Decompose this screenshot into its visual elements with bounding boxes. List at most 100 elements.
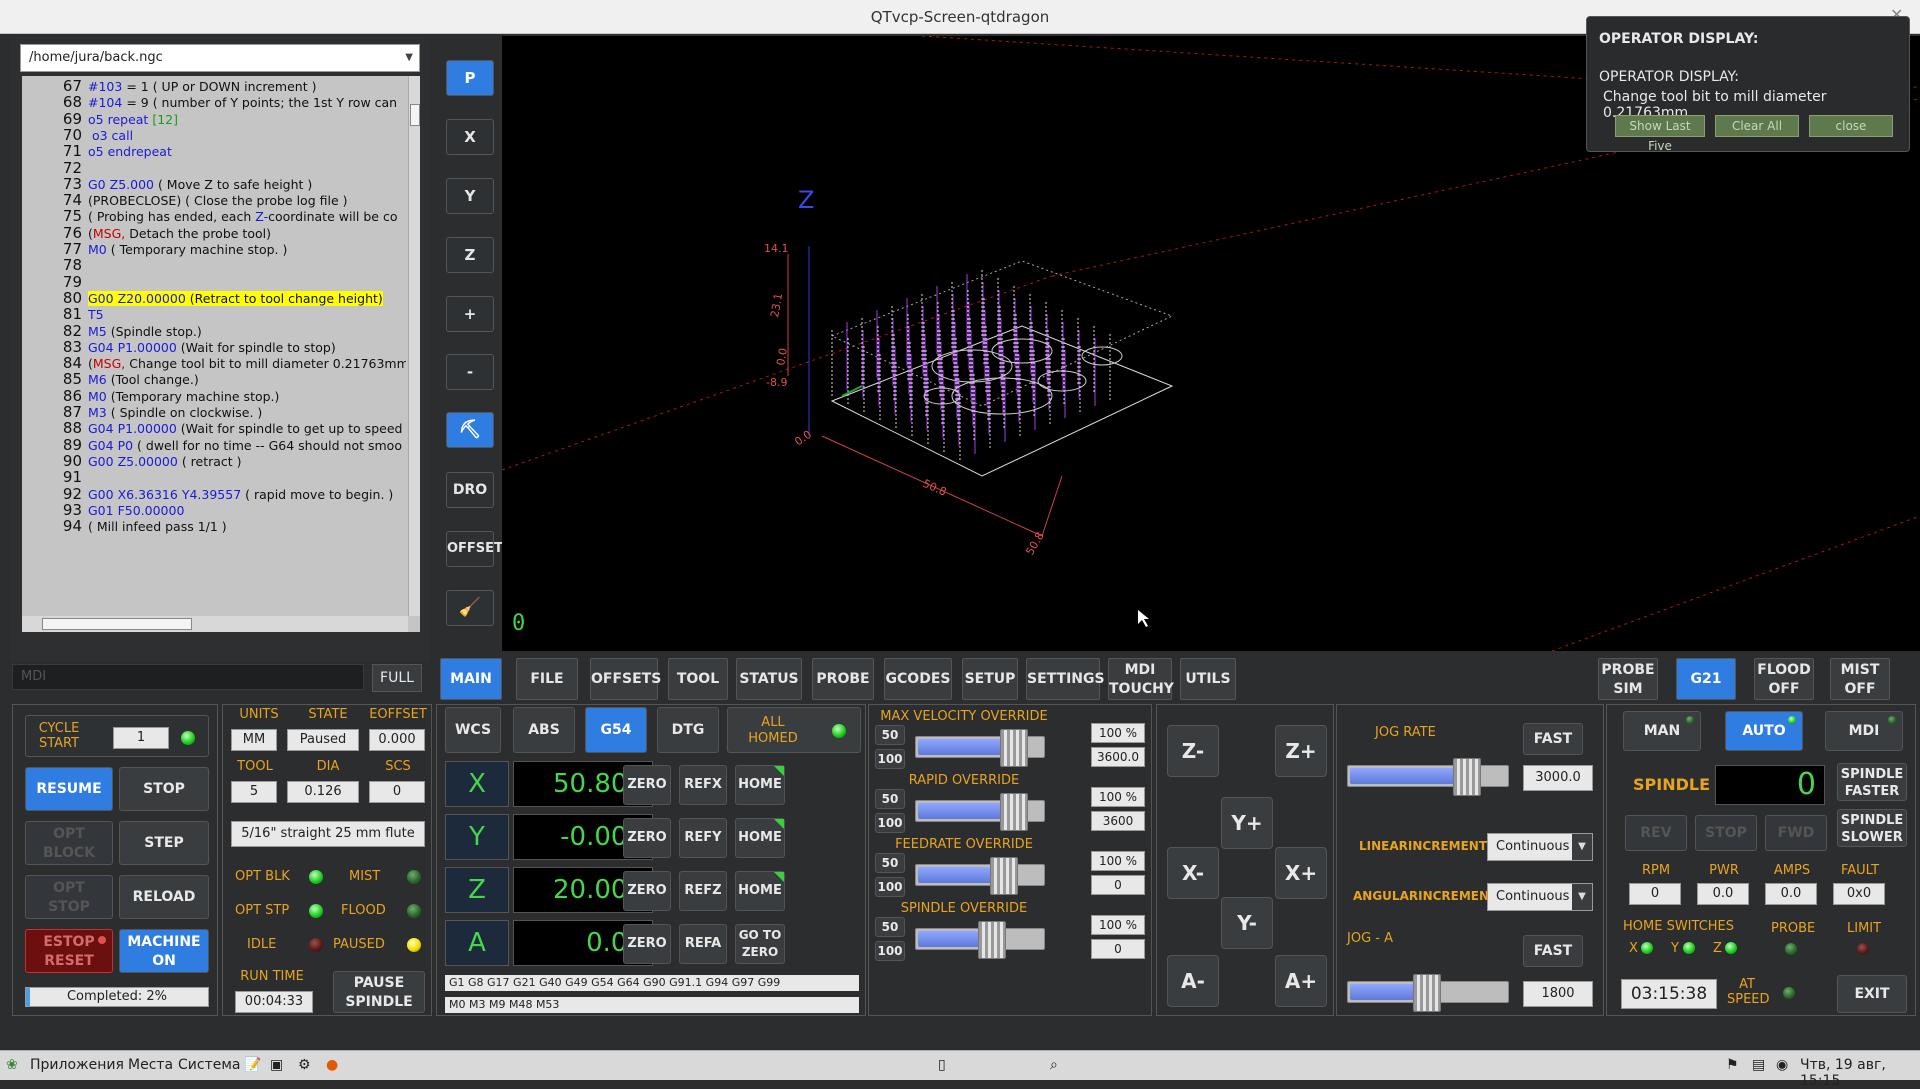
override-50-button[interactable]: 50 [875, 789, 905, 809]
gcode-line[interactable]: 80 G00 Z20.00000 (Retract to tool change … [22, 290, 406, 306]
gcode-line[interactable]: 83 G04 P1.00000 (Wait for spindle to stop… [22, 339, 406, 355]
jog-a-fast-button[interactable]: FAST [1523, 935, 1583, 967]
spindle-stop-button[interactable]: STOP [1695, 815, 1757, 851]
reload-button[interactable]: RELOAD [119, 875, 209, 919]
angular-increment-combo[interactable]: Continuous ▼ [1487, 883, 1593, 911]
places-menu[interactable]: Места [128, 1057, 173, 1073]
cycle-start-count[interactable]: 1 [113, 727, 169, 749]
firefox-icon[interactable]: ● [326, 1057, 338, 1073]
gcode-line[interactable]: 92 G00 X6.36316 Y4.39557 ( rapid move to … [22, 486, 406, 502]
search-icon[interactable]: ⌕ [1050, 1057, 1058, 1073]
jog-rate-handle[interactable] [1453, 758, 1481, 796]
gcode-line[interactable]: 68 #104 = 9 ( number of Y points; the 1st… [22, 94, 406, 110]
jog-z-plus-button[interactable]: Z+ [1275, 725, 1327, 777]
gcode-line[interactable]: 94 ( Mill infeed pass 1/1 ) [22, 518, 406, 534]
zoom-out-button[interactable]: - [446, 354, 494, 390]
gcode-line[interactable]: 84 (MSG, Change tool bit to mill diameter… [22, 355, 406, 371]
full-button[interactable]: FULL [372, 664, 422, 692]
mist-button[interactable]: MIST OFF [1830, 658, 1890, 700]
override-slider[interactable] [915, 793, 1045, 831]
tab-settings[interactable]: SETTINGS [1026, 658, 1105, 700]
override-100-button[interactable]: 100 [875, 941, 905, 961]
gcode-line[interactable]: 72 [22, 160, 406, 176]
step-button[interactable]: STEP [119, 821, 209, 865]
tab-file[interactable]: FILE [516, 658, 578, 700]
home-button[interactable]: HOME [735, 818, 785, 858]
opt-block-button[interactable]: OPT BLOCK [25, 821, 113, 865]
close-button[interactable]: close [1809, 115, 1893, 137]
gcode-line[interactable]: 82 M5 (Spindle stop.) [22, 323, 406, 339]
applications-menu[interactable]: Приложения [30, 1057, 124, 1073]
g21-button[interactable]: G21 [1676, 658, 1736, 700]
app-icon[interactable]: ⚙ [298, 1057, 311, 1073]
jog-a-plus-button[interactable]: A+ [1275, 955, 1327, 1007]
wcs-button[interactable]: WCS [445, 707, 501, 753]
gcode-line[interactable]: 85 M6 (Tool change.) [22, 371, 406, 387]
probe-sim-button[interactable]: PROBE SIM [1598, 658, 1658, 700]
gcode-line[interactable]: 71 o5 endrepeat [22, 143, 406, 159]
gcode-line[interactable]: 81 T5 [22, 306, 406, 322]
ref-button[interactable]: REFY [679, 818, 727, 858]
dtg-button[interactable]: DTG [657, 707, 719, 753]
tab-gcodes[interactable]: GCODES [884, 658, 952, 700]
mdi-input[interactable]: MDI [12, 664, 364, 690]
gcode-line[interactable]: 67 #103 = 1 ( UP or DOWN increment ) [22, 78, 406, 94]
tab-utils[interactable]: UTILS [1180, 658, 1236, 700]
ref-button[interactable]: REFA [679, 924, 727, 964]
stop-button[interactable]: STOP [119, 767, 209, 811]
override-50-button[interactable]: 50 [875, 725, 905, 745]
gcode-line[interactable]: 86 M0 (Temporary machine stop.) [22, 388, 406, 404]
gcode-line[interactable]: 79 [22, 274, 406, 290]
resume-button[interactable]: RESUME [25, 767, 113, 811]
ref-button[interactable]: REFX [679, 765, 727, 805]
tab-main[interactable]: MAIN [440, 658, 502, 700]
g54-button[interactable]: G54 [585, 707, 647, 753]
spindle-rev-button[interactable]: REV [1625, 815, 1687, 851]
zero-button[interactable]: ZERO [623, 818, 671, 858]
override-slider-handle[interactable] [978, 921, 1006, 959]
zero-button[interactable]: ZERO [623, 765, 671, 805]
override-slider-handle[interactable] [990, 857, 1018, 895]
tab-probe[interactable]: PROBE [812, 658, 874, 700]
clear-all-button[interactable]: Clear All [1715, 115, 1799, 137]
gcode-line[interactable]: 91 [22, 469, 406, 485]
mode-man-button[interactable]: MAN [1623, 711, 1701, 751]
spindle-fwd-button[interactable]: FWD [1765, 815, 1827, 851]
terminal-icon[interactable]: ▣ [270, 1057, 283, 1073]
horizontal-scroll-thumb[interactable] [42, 618, 192, 630]
gcode-line[interactable]: 88 G04 P1.00000 (Wait for spindle to get … [22, 420, 406, 436]
jog-y-plus-button[interactable]: Y+ [1221, 797, 1273, 849]
home-button[interactable]: HOME [735, 765, 785, 805]
gcode-editor[interactable]: 67 #103 = 1 ( UP or DOWN increment ) 68 #10… [22, 76, 420, 632]
jog-a-value[interactable]: 1800 [1523, 981, 1593, 1007]
view-y-button[interactable]: Y [446, 178, 494, 214]
ref-button[interactable]: REFZ [679, 871, 727, 911]
gcode-line[interactable]: 70 o3 call [22, 127, 406, 143]
window-list-icon[interactable]: ▯ [938, 1057, 946, 1073]
view-z-button[interactable]: Z [446, 237, 494, 273]
override-50-button[interactable]: 50 [875, 917, 905, 937]
zero-button[interactable]: ZERO [623, 924, 671, 964]
gcode-line[interactable]: 78 [22, 257, 406, 273]
gcode-line[interactable]: 74 (PROBECLOSE) ( Close the probe log fil… [22, 192, 406, 208]
tab-status[interactable]: STATUS [736, 658, 802, 700]
gcode-line[interactable]: 77 M0 ( Temporary machine stop. ) [22, 241, 406, 257]
gcode-line[interactable]: 87 M3 ( Spindle on clockwise. ) [22, 404, 406, 420]
abs-button[interactable]: ABS [513, 707, 575, 753]
override-slider[interactable] [915, 729, 1045, 767]
vertical-scrollbar[interactable] [408, 76, 420, 616]
text-editor-icon[interactable]: 📝 [244, 1057, 261, 1073]
file-path-combo[interactable]: /home/jura/back.ngc ▼ [20, 44, 420, 72]
jog-x-plus-button[interactable]: X+ [1275, 847, 1327, 899]
tab-mdi-touchy[interactable]: MDI TOUCHY [1108, 658, 1174, 700]
flood-button[interactable]: FLOOD OFF [1754, 658, 1814, 700]
taskbar-clock[interactable]: Чтв, 19 авг, 15:15 [1800, 1057, 1920, 1089]
override-50-button[interactable]: 50 [875, 853, 905, 873]
jog-z-minus-button[interactable]: Z- [1167, 725, 1219, 777]
gcode-line[interactable]: 76 (MSG, Detach the probe tool) [22, 225, 406, 241]
gnome-foot-icon[interactable]: ❀ [6, 1057, 18, 1073]
gcode-line[interactable]: 90 G00 Z5.00000 ( retract ) [22, 453, 406, 469]
opt-stop-button[interactable]: OPT STOP [25, 875, 113, 919]
volume-icon[interactable]: ◉ [1776, 1057, 1788, 1073]
horizontal-scrollbar[interactable] [22, 616, 408, 632]
